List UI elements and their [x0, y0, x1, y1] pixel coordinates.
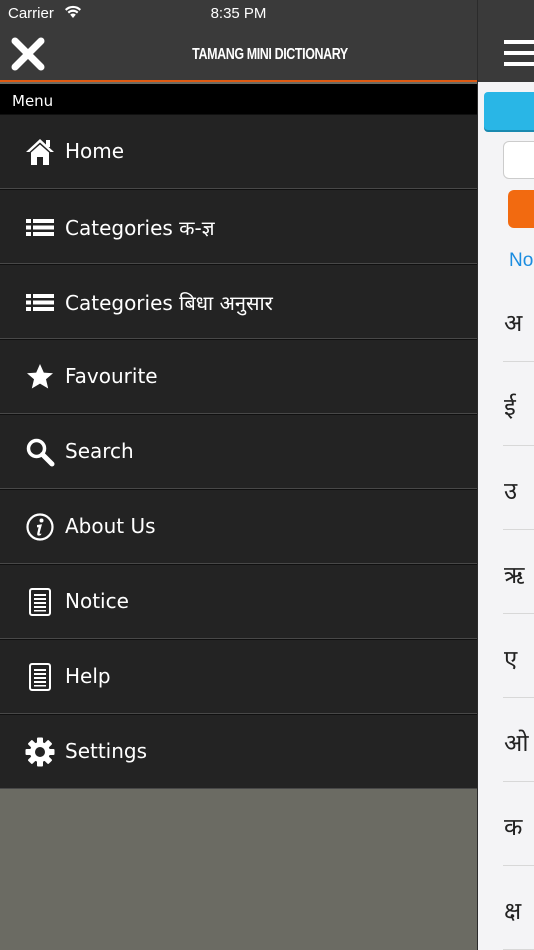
menu-item-label: Categories क-ज्ञ: [65, 216, 215, 240]
menu-section-label: Menu: [0, 84, 477, 114]
search-input[interactable]: [503, 141, 534, 179]
app-title: TAMANG MINI DICTIONARY: [192, 46, 348, 63]
home-icon: [26, 139, 54, 165]
menu-item-label: Settings: [65, 739, 148, 763]
letter-item[interactable]: क्ष: [503, 866, 534, 950]
main-page-peek[interactable]: No अ ई उ ऋ ए ओ क क्ष: [477, 0, 534, 950]
letter-item[interactable]: ई: [503, 362, 534, 446]
menu-item-label: About Us: [65, 514, 156, 538]
menu-item-label: Favourite: [65, 364, 158, 388]
menu-item-favourite[interactable]: Favourite: [0, 339, 477, 414]
menu-item-home[interactable]: Home: [0, 114, 477, 189]
letter-item[interactable]: क: [503, 782, 534, 866]
menu-item-categories-genre[interactable]: Categories बिधा अनुसार: [0, 264, 477, 339]
close-icon[interactable]: [8, 34, 48, 74]
menu-item-label: Search: [65, 439, 134, 463]
drawer-menu: Home Categories क-ज्ञ Categories बिधा अन…: [0, 114, 477, 789]
search-icon: [26, 438, 55, 467]
list-icon: [26, 219, 54, 236]
status-bar: Carrier 8:35 PM: [0, 0, 534, 28]
star-icon: [27, 364, 53, 389]
menu-item-settings[interactable]: Settings: [0, 714, 477, 789]
document-icon: [29, 663, 51, 691]
menu-item-label: Help: [65, 664, 111, 688]
letter-item[interactable]: ओ: [503, 698, 534, 782]
menu-item-notice[interactable]: Notice: [0, 564, 477, 639]
document-icon: [29, 588, 51, 616]
info-icon: [26, 513, 54, 541]
menu-item-label: Notice: [65, 589, 129, 613]
letter-item[interactable]: ऋ: [503, 530, 534, 614]
letter-item[interactable]: ए: [503, 614, 534, 698]
notice-link[interactable]: No: [509, 250, 533, 272]
menu-item-categories-alphabet[interactable]: Categories क-ज्ञ: [0, 189, 477, 264]
menu-item-about-us[interactable]: About Us: [0, 489, 477, 564]
menu-item-search[interactable]: Search: [0, 414, 477, 489]
list-icon: [26, 294, 54, 311]
hamburger-menu-icon[interactable]: [504, 40, 534, 66]
letter-item[interactable]: अ: [503, 278, 534, 362]
search-button[interactable]: [508, 190, 534, 228]
drawer-header: TAMANG MINI DICTIONARY: [0, 28, 477, 82]
menu-item-label: Home: [65, 139, 125, 163]
status-time: 8:35 PM: [210, 5, 267, 22]
letter-item[interactable]: उ: [503, 446, 534, 530]
menu-item-help[interactable]: Help: [0, 639, 477, 714]
menu-item-label: Categories बिधा अनुसार: [65, 291, 273, 315]
main-header: [478, 0, 534, 82]
gear-icon: [25, 737, 55, 767]
primary-button[interactable]: [484, 92, 534, 130]
